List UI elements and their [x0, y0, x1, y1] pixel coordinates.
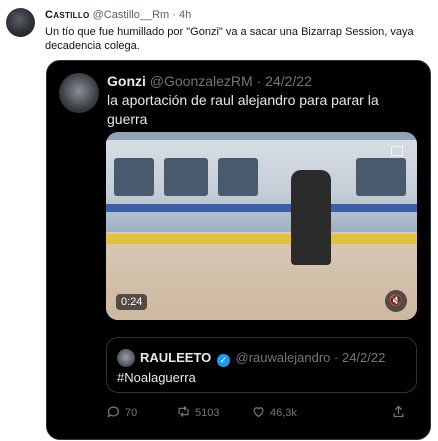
- train-window: [114, 158, 154, 196]
- video-frame-platform: [106, 232, 417, 320]
- retweet-icon: [178, 406, 189, 417]
- reply-count: 70: [125, 407, 138, 419]
- quoted-date[interactable]: 24/2/22: [265, 73, 312, 89]
- heart-icon: [253, 407, 264, 418]
- quoted-tweet-header: Gonzi @GoonzalezRM · 24/2/22: [107, 73, 312, 89]
- retweet-count: 5103: [195, 407, 220, 419]
- video-frame-train: [106, 140, 417, 232]
- nested-avatar[interactable]: [117, 349, 135, 367]
- outer-tweet-text: Un tío que fue humillado por "Gonzi" va …: [45, 26, 414, 52]
- outer-avatar[interactable]: [6, 8, 35, 37]
- like-count: 46,3k: [270, 407, 297, 419]
- video-duration: 0:24: [116, 294, 148, 310]
- nested-quote-tweet[interactable]: RAULEETO ✓ @rauwalejandro · 24/2/22 #Noa…: [106, 337, 417, 393]
- nested-date[interactable]: 24/2/22: [342, 350, 385, 365]
- verified-badge-icon: ✓: [216, 354, 230, 367]
- train-window: [356, 158, 406, 196]
- quoted-display-name[interactable]: Gonzi: [107, 73, 146, 89]
- quoted-separator: ·: [256, 73, 262, 89]
- train-stripe: [106, 204, 417, 212]
- quoted-tweet-text: la aportación de raul alejandro para par…: [107, 92, 379, 127]
- outer-tweet-header: Castillo @Castillo__Rm · 4h: [45, 9, 191, 21]
- outer-separator: ·: [172, 9, 176, 21]
- outer-time[interactable]: 4h: [179, 9, 191, 21]
- platform-edge-line: [106, 234, 417, 244]
- share-icon: [393, 405, 404, 418]
- reply-button[interactable]: 70: [106, 404, 137, 419]
- embedded-tweet[interactable]: Gonzi @GoonzalezRM · 24/2/22 la aportaci…: [46, 60, 431, 440]
- quoted-avatar[interactable]: [59, 73, 99, 113]
- nested-display-name[interactable]: RAULEETO: [140, 350, 211, 365]
- nested-separator: ·: [334, 350, 339, 365]
- video-frame-person: [291, 170, 331, 265]
- outer-display-name[interactable]: Castillo: [45, 9, 90, 21]
- captions-icon[interactable]: [391, 146, 403, 156]
- quoted-handle[interactable]: @GoonzalezRM: [150, 73, 253, 89]
- retweet-button[interactable]: 5103: [176, 404, 219, 419]
- nested-tweet-text[interactable]: #Noalaguerra: [117, 370, 196, 385]
- train-window: [218, 158, 258, 196]
- train-window: [164, 158, 208, 196]
- outer-handle[interactable]: @Castillo__Rm: [93, 9, 170, 21]
- video-player[interactable]: 0:24 🔇: [106, 132, 417, 320]
- share-button[interactable]: [391, 404, 410, 419]
- speaker-muted-icon[interactable]: 🔇: [385, 290, 407, 312]
- reply-icon: [107, 406, 120, 418]
- action-bar: 70 5103 46,3k: [106, 404, 417, 424]
- nested-tweet-header: RAULEETO ✓ @rauwalejandro · 24/2/22: [140, 350, 385, 367]
- like-button[interactable]: 46,3k: [251, 404, 297, 419]
- nested-handle[interactable]: @rauwalejandro: [236, 350, 331, 365]
